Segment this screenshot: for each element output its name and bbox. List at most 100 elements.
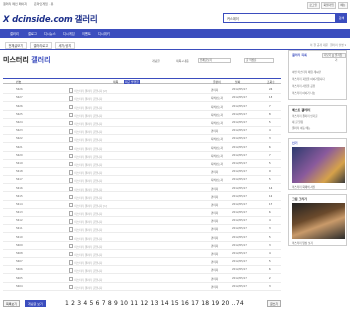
row-writer[interactable]: 관리자 (211, 252, 218, 256)
sidebar-best-item[interactable]: 갤러리 이동 메뉴 (292, 126, 310, 130)
sidebar-list-item[interactable]: 미스터리 사진을 공유 (292, 84, 315, 88)
write-button[interactable]: 글쓰기 (267, 300, 282, 307)
table-row[interactable]: 5611 미스터리 갤러리 글입니다 관리자 2012/05/17 3 (3, 225, 281, 234)
table-row[interactable]: 5614 미스터리 갤러리 글입니다 [1] 관리자 2012/05/17 17 (3, 201, 281, 209)
row-title[interactable]: 미스터리 갤러리 글입니다 (69, 129, 102, 134)
table-row[interactable]: 5617 미스터리 갤러리 글입니다 지켜보는자 2012/05/17 5 (3, 176, 281, 185)
row-writer[interactable]: 지켜보는자 (211, 113, 223, 117)
row-title[interactable]: 미스터리 갤러리 글입니다 (69, 236, 102, 241)
table-row[interactable]: 5612 미스터리 갤러리 글입니다 관리자 2012/05/17 4 (3, 217, 281, 226)
top-link-online-game[interactable]: 온라인게임 · 유 (34, 2, 53, 6)
row-title[interactable]: 미스터리 갤러리 글입니다 [1] (69, 203, 106, 208)
row-title[interactable]: 미스터리 갤러리 글입니다 (69, 187, 102, 192)
popular-thumbnail[interactable] (292, 147, 345, 183)
table-row[interactable]: 5626 미스터리 갤러리 글입니다 [2] 관리자 2012/05/17 24 (3, 86, 281, 95)
table-row[interactable]: 5609 미스터리 갤러리 글입니다 관리자 2012/05/17 3 (3, 242, 281, 250)
row-writer[interactable]: 지켜보는자 (211, 162, 223, 166)
row-title[interactable]: 미스터리 갤러리 글입니다 (69, 146, 102, 151)
sidebar-more-button[interactable]: 더보기 (322, 53, 334, 58)
table-row[interactable]: 5623 미스터리 갤러리 글입니다 관리자 2012/05/17 4 (3, 127, 281, 136)
nav-item-gallery[interactable]: 갤러리 (10, 31, 19, 36)
table-row[interactable]: 5619 미스터리 갤러리 글입니다 지켜보는자 2012/05/17 5 (3, 160, 281, 168)
nav-item-game[interactable]: 디시게임 (63, 31, 75, 36)
table-row[interactable]: 5604 미스터리 갤러리 글입니다 관리자 2012/05/17 3 (3, 283, 281, 291)
row-writer[interactable]: 지켜보는자 (211, 154, 223, 158)
row-writer[interactable]: 관리자 (211, 260, 218, 264)
sort-select[interactable]: 글 작성순 (244, 57, 274, 63)
row-writer[interactable]: 관리자 (211, 227, 218, 231)
nav-item-news[interactable]: 디시뉴스 (44, 31, 56, 36)
table-row[interactable]: 5624 미스터리 갤러리 글입니다 지켜보는자 2012/05/17 5 (3, 119, 281, 127)
row-writer[interactable]: 관리자 (211, 277, 218, 281)
option-concept[interactable]: 개념글 (152, 59, 160, 63)
pagination[interactable]: 1 2 3 4 5 6 7 8 9 10 11 12 13 14 15 16 1… (65, 300, 244, 307)
row-writer[interactable]: 지켜보는자 (211, 178, 223, 182)
recent-posts-badge[interactable]: 최근 발행글 (124, 79, 140, 84)
row-writer[interactable]: 지켜보는자 (211, 121, 223, 125)
table-row[interactable]: 5621 미스터리 갤러리 글입니다 지켜보는자 2012/05/17 6 (3, 143, 281, 152)
row-title[interactable]: 미스터리 갤러리 글입니다 (69, 244, 102, 249)
row-writer[interactable]: 관리자 (211, 219, 218, 223)
table-row[interactable]: 5607 미스터리 갤러리 글입니다 관리자 2012/05/17 5 (3, 258, 281, 267)
row-title[interactable]: 미스터리 갤러리 글입니다 (69, 170, 102, 175)
table-row[interactable]: 5605 미스터리 갤러리 글입니다 관리자 2012/05/17 2 (3, 274, 281, 283)
site-logo[interactable]: X dcinside.com 갤러리 (3, 13, 98, 25)
table-row[interactable]: 5618 미스터리 갤러리 글입니다 관리자 2012/05/17 9 (3, 168, 281, 177)
row-writer[interactable]: 지켜보는자 (211, 96, 223, 100)
table-row[interactable]: 5627 미스터리 갤러리 글입니다 지켜보는자 2012/05/17 13 (3, 94, 281, 103)
tab-all-posts[interactable]: 전체글보기 (5, 41, 27, 49)
drawing-thumbnail[interactable] (292, 203, 345, 239)
row-title[interactable]: 미스터리 갤러리 글입니다 (69, 252, 102, 257)
row-writer[interactable]: 관리자 (211, 268, 218, 272)
row-writer[interactable]: 관리자 (211, 170, 218, 174)
table-row[interactable]: 5610 미스터리 갤러리 글입니다 관리자 2012/05/17 5 (3, 233, 281, 242)
search-input[interactable] (224, 14, 335, 22)
row-writer[interactable]: 지켜보는자 (211, 137, 223, 141)
table-row[interactable]: 5626 미스터리 갤러리 글입니다 지켜보는자 2012/05/17 7 (3, 102, 281, 111)
row-writer[interactable]: 관리자 (211, 236, 218, 240)
tab-gallery-logo[interactable]: 갤러리로고 (30, 41, 52, 49)
row-title[interactable]: 미스터리 갤러리 글입니다 (69, 137, 102, 142)
table-row[interactable]: 5608 미스터리 갤러리 글입니다 관리자 2012/05/17 4 (3, 250, 281, 258)
row-writer[interactable]: 관리자 (211, 187, 218, 191)
row-title[interactable]: 미스터리 갤러리 글입니다 (69, 178, 102, 183)
table-row[interactable]: 5613 미스터리 갤러리 글입니다 관리자 2012/05/17 6 (3, 209, 281, 217)
nav-item-event[interactable]: 이벤트 (82, 31, 91, 36)
nav-item-gallog[interactable]: 갤로그 (28, 31, 37, 36)
list-button[interactable]: 목록보기 (3, 300, 21, 307)
sidebar-favorite-button[interactable]: 즐겨찾기 (333, 53, 346, 62)
row-writer[interactable]: 지켜보는자 (211, 105, 223, 109)
row-writer[interactable]: 지켜보는자 (211, 146, 223, 150)
sidebar-list-item[interactable]: 미스터리 괴담을 이야기합니다 (292, 77, 325, 81)
sidebar-list-item[interactable]: 미스터리 이야기 나눔 (292, 91, 315, 95)
sidebar-best-item[interactable]: 새 글 알림 (292, 120, 303, 124)
row-writer[interactable]: 관리자 (211, 203, 218, 207)
row-title[interactable]: 미스터리 갤러리 글입니다 (69, 113, 102, 118)
row-title[interactable]: 미스터리 갤러리 글입니다 (69, 227, 102, 232)
row-writer[interactable]: 관리자 (211, 244, 218, 248)
row-title[interactable]: 미스터리 갤러리 글입니다 (69, 219, 102, 224)
popular-caption[interactable]: 미스터리 화제의 사진 (292, 185, 315, 189)
row-title[interactable]: 미스터리 갤러리 글입니다 (69, 268, 102, 273)
row-writer[interactable]: 관리자 (211, 129, 218, 133)
nav-item-wiki[interactable]: 디시위키 (98, 31, 110, 36)
sidebar-best-item[interactable]: 미스터리 갤러리 인기글 (292, 114, 318, 118)
signup-button[interactable]: 회원가입 (321, 1, 337, 9)
login-button[interactable]: 로그인 (306, 1, 320, 9)
row-title[interactable]: 미스터리 갤러리 글입니다 (69, 195, 102, 200)
table-row[interactable]: 5616 미스터리 갤러리 글입니다 관리자 2012/05/17 14 (3, 184, 281, 193)
row-title[interactable]: 미스터리 갤러리 글입니다 (69, 105, 102, 110)
sidebar-list-item[interactable]: 이번 미스터리 체험 게시판 (292, 70, 321, 74)
row-writer[interactable]: 관리자 (211, 88, 218, 92)
row-title[interactable]: 미스터리 갤러리 글입니다 (69, 154, 102, 159)
row-title[interactable]: 미스터리 갤러리 글입니다 (69, 277, 102, 282)
row-title[interactable]: 미스터리 갤러리 글입니다 (69, 96, 102, 101)
row-title[interactable]: 미스터리 갤러리 글입니다 (69, 162, 102, 167)
row-title[interactable]: 미스터리 갤러리 글입니다 (69, 211, 102, 216)
row-title[interactable]: 미스터리 갤러리 글입니다 (69, 260, 102, 265)
tab-notice[interactable]: 세가/공지 (55, 41, 75, 49)
drawing-caption[interactable]: 미스터리 영상 보기 (292, 241, 313, 245)
sidebar-best-gallery-sub[interactable]: 목록 (306, 108, 311, 112)
row-title[interactable]: 미스터리 갤러리 글입니다 [2] (69, 88, 106, 93)
subnav-right-link[interactable]: 이 갤 공개 대문 (310, 43, 328, 47)
